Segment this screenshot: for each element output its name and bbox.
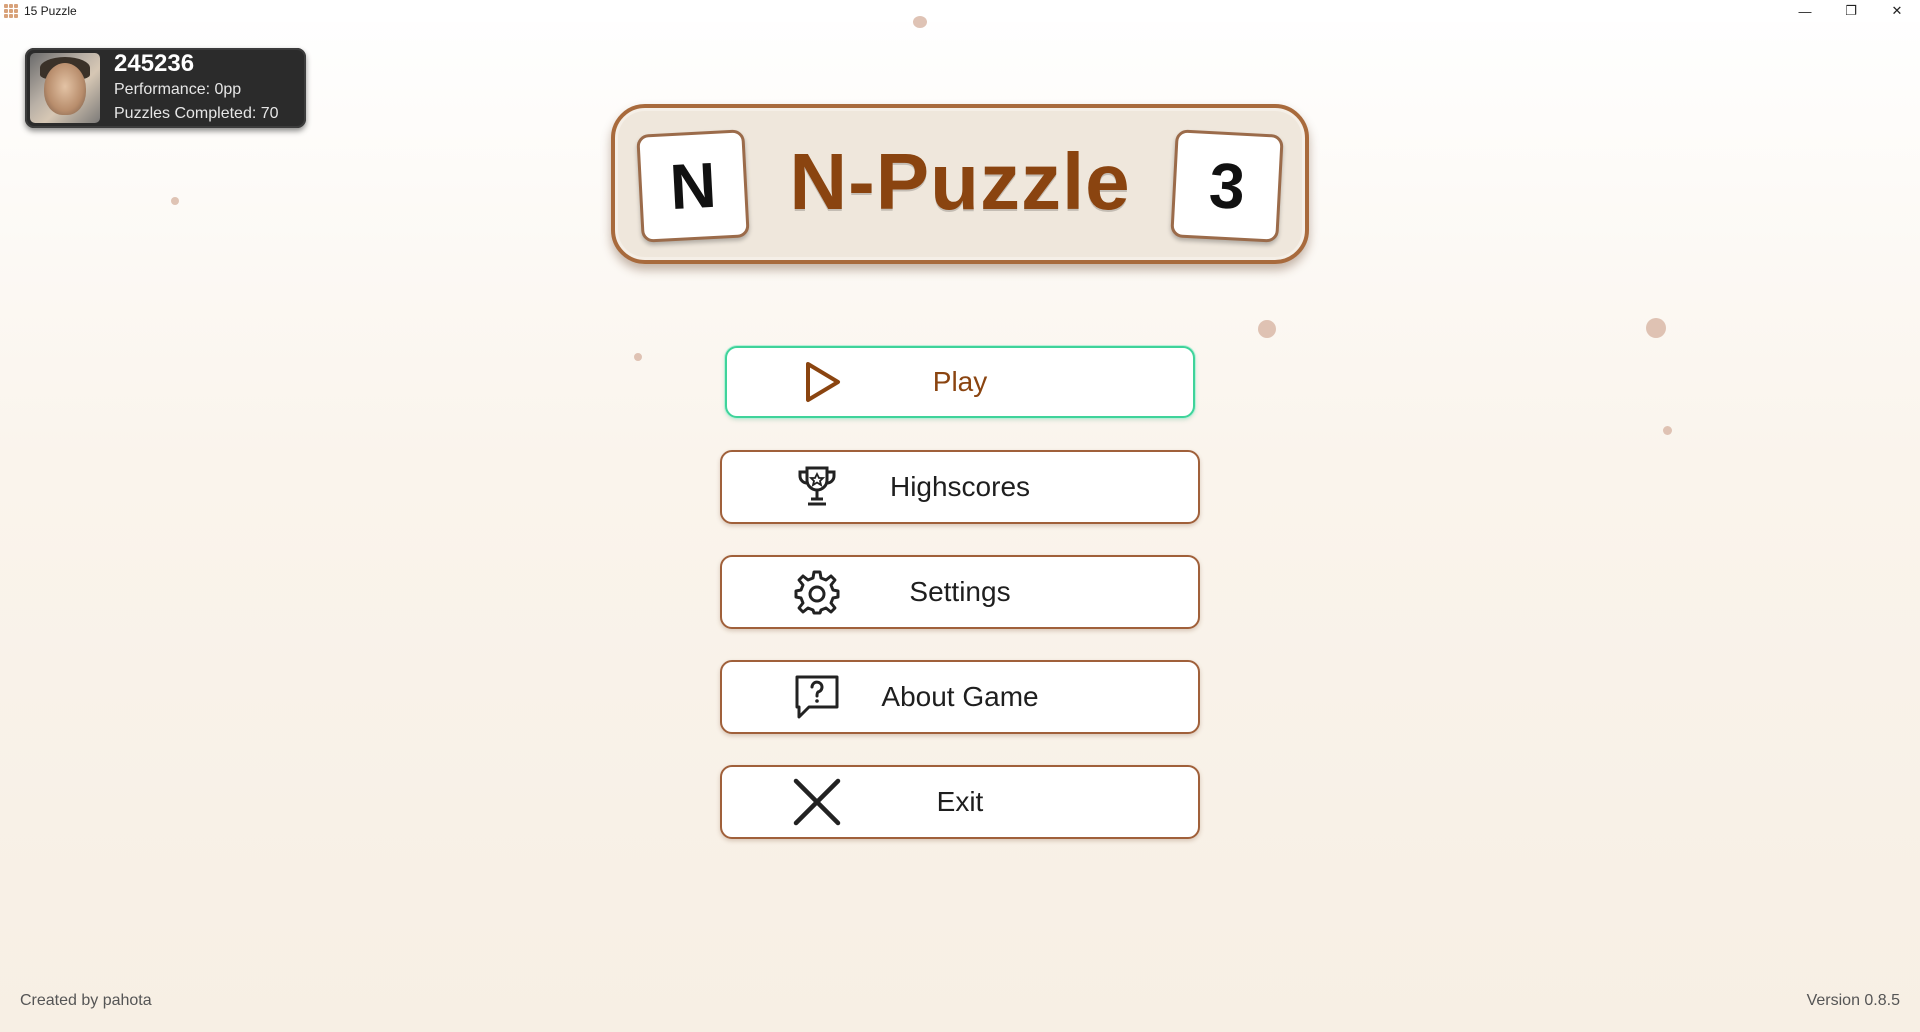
gear-icon [792, 567, 842, 617]
close-icon [792, 777, 842, 827]
decor-dot [913, 16, 927, 28]
version-text: Version 0.8.5 [1806, 992, 1900, 1009]
app-icon [4, 4, 18, 18]
play-icon [797, 357, 847, 407]
decor-dot [1663, 426, 1672, 435]
minimize-button[interactable]: — [1782, 0, 1828, 22]
game-logo: N N-Puzzle 3 [611, 104, 1309, 264]
window-title: 15 Puzzle [24, 4, 77, 18]
profile-performance: Performance: 0pp [114, 81, 242, 98]
logo-title: N-Puzzle [789, 137, 1131, 226]
profile-info: 245236 Performance: 0pp Puzzles Complete… [114, 50, 279, 126]
maximize-button[interactable]: ❐ [1828, 0, 1874, 22]
credit-text: Created by pahota [20, 992, 152, 1009]
profile-card[interactable]: 245236 Performance: 0pp Puzzles Complete… [25, 48, 306, 128]
exit-button[interactable]: Exit [720, 765, 1200, 839]
avatar [30, 53, 100, 123]
title-bar: 15 Puzzle — ❐ ✕ [0, 0, 1920, 22]
profile-name: 245236 [114, 50, 195, 77]
trophy-icon [792, 462, 842, 512]
decor-dot [1646, 318, 1666, 338]
logo-tile-right: 3 [1170, 129, 1284, 243]
decor-dot [634, 353, 642, 361]
logo-tile-left: N [636, 129, 750, 243]
highscores-button[interactable]: Highscores [720, 450, 1200, 524]
about-game-button[interactable]: About Game [720, 660, 1200, 734]
window-controls: — ❐ ✕ [1782, 0, 1920, 22]
settings-button[interactable]: Settings [720, 555, 1200, 629]
profile-puzzles-completed: Puzzles Completed: 70 [114, 105, 279, 122]
question-bubble-icon [792, 672, 842, 722]
close-window-button[interactable]: ✕ [1874, 0, 1920, 22]
play-button[interactable]: Play [725, 346, 1195, 418]
decor-dot [171, 197, 179, 205]
decor-dot [1258, 320, 1276, 338]
